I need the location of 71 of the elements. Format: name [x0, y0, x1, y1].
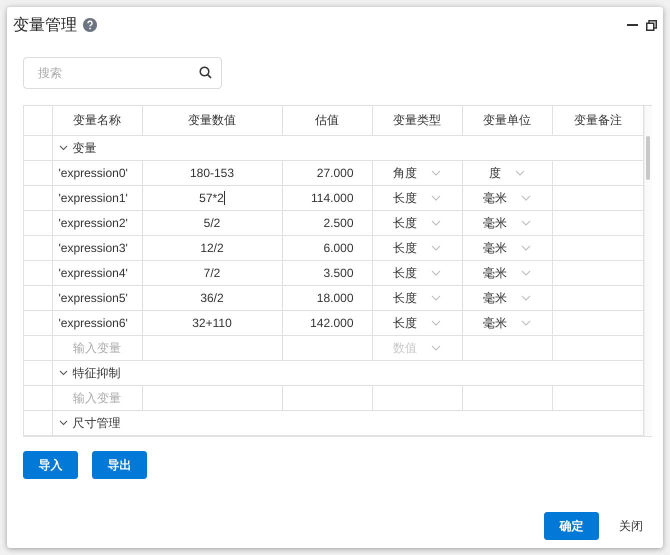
- search-field[interactable]: 搜索: [23, 57, 222, 89]
- estimate-cell: 18.000: [282, 286, 372, 310]
- group-row-toggle[interactable]: 变量: [58, 140, 96, 156]
- estimate-cell: 27.000: [282, 160, 372, 186]
- search-icon: [199, 66, 212, 79]
- name-cell: 'expression3': [52, 236, 142, 260]
- type-dropdown[interactable]: 长度: [393, 314, 441, 332]
- caret-icon: [431, 320, 441, 326]
- unit-dropdown[interactable]: 毫米: [483, 314, 531, 332]
- column-header: 变量单位: [462, 106, 552, 136]
- caret-icon: [431, 270, 441, 276]
- caret-icon: [431, 245, 441, 251]
- type-dropdown[interactable]: 长度: [393, 290, 441, 306]
- caret-icon: [521, 195, 531, 201]
- type-dropdown[interactable]: 角度: [393, 164, 441, 182]
- name-cell: 'expression6': [52, 310, 142, 336]
- name-cell: 'expression4': [52, 260, 142, 286]
- column-header: 变量类型: [372, 106, 462, 136]
- name-cell: 'expression2': [52, 210, 142, 236]
- restore-icon[interactable]: [646, 20, 657, 30]
- column-header: 估值: [282, 106, 372, 136]
- help-icon[interactable]: [83, 18, 97, 32]
- caret-icon: [431, 220, 441, 226]
- unit-dropdown[interactable]: 毫米: [483, 290, 531, 306]
- close-button[interactable]: 关闭: [613, 512, 649, 540]
- unit-dropdown[interactable]: 毫米: [483, 214, 531, 232]
- name-cell: 'expression5': [52, 286, 142, 310]
- value-cell[interactable]: 36/2: [142, 286, 282, 310]
- value-cell[interactable]: 180-153: [142, 160, 282, 186]
- value-cell[interactable]: 12/2: [142, 236, 282, 260]
- value-cell[interactable]: 7/2: [142, 260, 282, 286]
- type-dropdown[interactable]: 长度: [393, 214, 441, 232]
- caret-icon: [431, 345, 441, 351]
- estimate-cell: 6.000: [282, 236, 372, 260]
- window-title: 变量管理: [13, 16, 77, 36]
- value-cell[interactable]: 57*2: [142, 186, 282, 210]
- estimate-cell: 2.500: [282, 210, 372, 236]
- action-button[interactable]: 导入: [23, 451, 78, 479]
- type-dropdown[interactable]: 长度: [393, 190, 441, 206]
- action-button[interactable]: 导出: [92, 451, 147, 479]
- estimate-cell: 114.000: [282, 186, 372, 210]
- caret-icon: [521, 270, 531, 276]
- column-header: 变量数值: [142, 106, 282, 136]
- estimate-cell: 3.500: [282, 260, 372, 286]
- chevron-down-icon: [58, 145, 68, 151]
- unit-dropdown[interactable]: 毫米: [483, 240, 531, 256]
- group-row-toggle[interactable]: 特征抑制: [58, 364, 120, 382]
- caret-icon: [431, 195, 441, 201]
- caret-icon: [521, 220, 531, 226]
- caret-icon: [431, 295, 441, 301]
- caret-icon: [515, 170, 525, 176]
- confirm-button[interactable]: 确定: [544, 512, 599, 540]
- chevron-down-icon: [58, 420, 68, 426]
- unit-dropdown[interactable]: 毫米: [483, 264, 531, 282]
- unit-dropdown[interactable]: 度: [489, 164, 525, 182]
- chevron-down-icon: [58, 370, 68, 376]
- name-cell: 'expression1': [52, 186, 142, 210]
- name-cell: 'expression0': [52, 160, 142, 186]
- estimate-cell: 142.000: [282, 310, 372, 336]
- column-header: 变量名称: [52, 106, 142, 136]
- caret-icon: [521, 245, 531, 251]
- caret-icon: [431, 170, 441, 176]
- value-cell[interactable]: 5/2: [142, 210, 282, 236]
- caret-icon: [521, 295, 531, 301]
- caret-icon: [521, 320, 531, 326]
- type-dropdown[interactable]: 长度: [393, 240, 441, 256]
- group-row-toggle[interactable]: 尺寸管理: [58, 414, 120, 432]
- type-dropdown[interactable]: 长度: [393, 264, 441, 282]
- value-cell[interactable]: 32+110: [142, 310, 282, 336]
- unit-dropdown[interactable]: 毫米: [483, 190, 531, 206]
- scrollbar[interactable]: [644, 106, 652, 436]
